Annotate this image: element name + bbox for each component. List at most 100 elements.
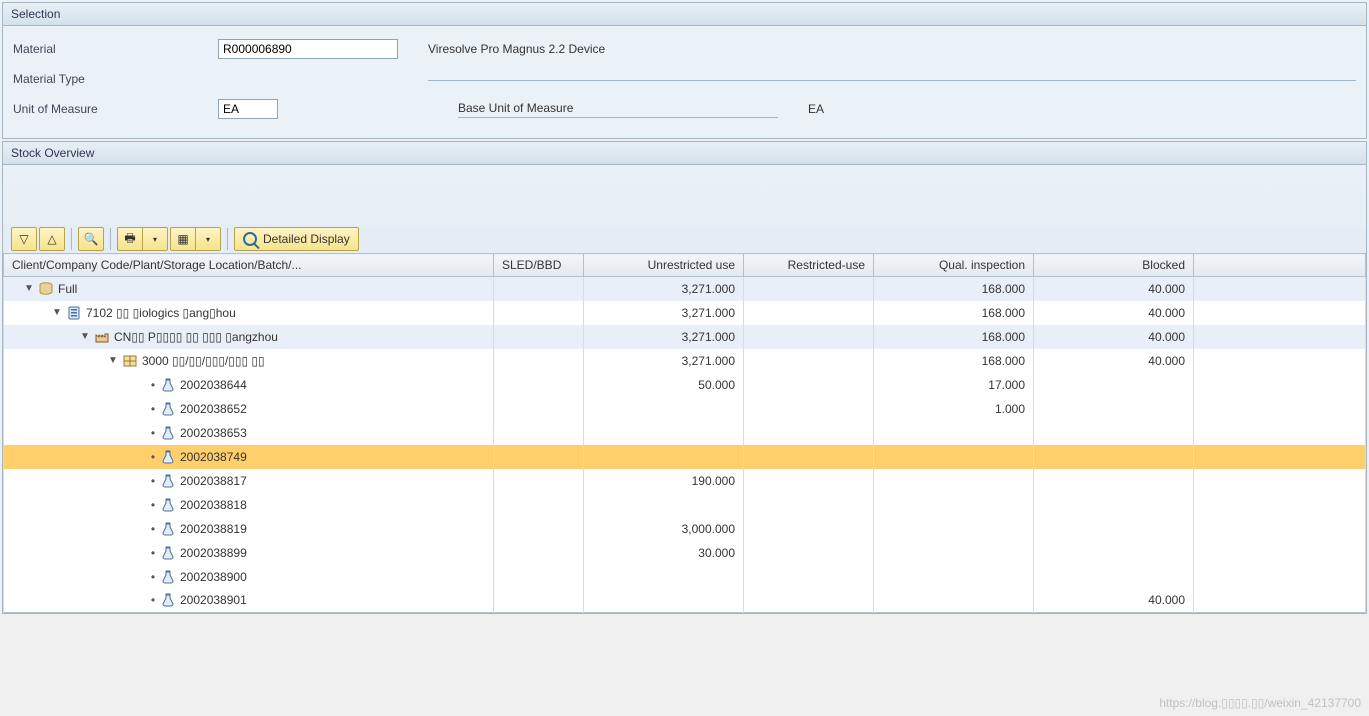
tree-toggle[interactable]: ▼ <box>80 331 90 342</box>
cell <box>874 421 1034 445</box>
table-row[interactable]: •2002038900 <box>4 565 1366 589</box>
chevron-down-icon: ▾ <box>200 231 216 247</box>
cell <box>744 421 874 445</box>
tree-toggle[interactable]: ▼ <box>24 283 34 294</box>
col-restricted[interactable]: Restricted-use <box>744 254 874 277</box>
toolbar-separator <box>71 228 72 250</box>
cell <box>1194 445 1366 469</box>
cell <box>1194 277 1366 301</box>
selection-title: Selection <box>3 3 1366 26</box>
tree-label: 2002038817 <box>180 474 247 488</box>
collapse-all-button[interactable]: △ <box>39 227 65 251</box>
table-row[interactable]: •20020388193,000.000 <box>4 517 1366 541</box>
tree-label: Full <box>58 282 77 296</box>
cell <box>1194 373 1366 397</box>
cell <box>744 469 874 493</box>
cell: 17.000 <box>874 373 1034 397</box>
cell <box>1034 517 1194 541</box>
table-row[interactable]: •200203864450.00017.000 <box>4 373 1366 397</box>
cell: 190.000 <box>584 469 744 493</box>
table-row[interactable]: •2002038817190.000 <box>4 469 1366 493</box>
cell: 168.000 <box>874 301 1034 325</box>
table-row[interactable]: ▼CN▯▯ P▯▯▯▯ ▯▯ ▯▯▯ ▯angzhou3,271.000168.… <box>4 325 1366 349</box>
cell <box>494 421 584 445</box>
tree-toggle[interactable]: ▼ <box>52 307 62 318</box>
cell <box>744 445 874 469</box>
bullet-icon: • <box>150 498 156 512</box>
col-filler <box>1194 254 1366 277</box>
cell: 30.000 <box>584 541 744 565</box>
layout-dropdown-button[interactable]: ▾ <box>196 227 221 251</box>
cell <box>874 589 1034 613</box>
tree-toggle[interactable]: ▼ <box>108 355 118 366</box>
col-blocked[interactable]: Blocked <box>1034 254 1194 277</box>
cell <box>1194 565 1366 589</box>
cell: 168.000 <box>874 325 1034 349</box>
binoculars-icon: 🔍 <box>83 231 99 247</box>
cell <box>584 589 744 613</box>
cell <box>1194 517 1366 541</box>
cell: 40.000 <box>1034 589 1194 613</box>
bullet-icon: • <box>150 426 156 440</box>
cell: 40.000 <box>1034 277 1194 301</box>
cell <box>744 277 874 301</box>
col-unrestricted[interactable]: Unrestricted use <box>584 254 744 277</box>
cell <box>494 517 584 541</box>
tree-label: 2002038749 <box>180 450 247 464</box>
cell: 3,000.000 <box>584 517 744 541</box>
cell: 168.000 <box>874 277 1034 301</box>
batch-icon <box>160 592 176 608</box>
bullet-icon: • <box>150 402 156 416</box>
batch-icon <box>160 497 176 513</box>
cell <box>874 445 1034 469</box>
cell <box>874 565 1034 589</box>
cell <box>1194 589 1366 613</box>
col-sled[interactable]: SLED/BBD <box>494 254 584 277</box>
table-row[interactable]: ▼3000 ▯▯/▯▯/▯▯▯/▯▯▯ ▯▯3,271.000168.00040… <box>4 349 1366 373</box>
cell <box>744 397 874 421</box>
col-qual[interactable]: Qual. inspection <box>874 254 1034 277</box>
base-uom-value: EA <box>808 102 824 116</box>
layout-split-button: ▦ ▾ <box>170 227 221 251</box>
plant-icon <box>94 329 110 345</box>
uom-input[interactable] <box>218 99 278 119</box>
stock-body: ▽ △ 🔍 🖶 ▾ ▦ <box>3 225 1366 613</box>
cell <box>1034 541 1194 565</box>
cell <box>744 517 874 541</box>
cell <box>494 277 584 301</box>
cell: 3,271.000 <box>584 277 744 301</box>
detailed-display-button[interactable]: Detailed Display <box>234 227 359 251</box>
cell <box>874 493 1034 517</box>
layout-button[interactable]: ▦ <box>170 227 196 251</box>
cell <box>744 541 874 565</box>
cell <box>1194 421 1366 445</box>
print-split-button: 🖶 ▾ <box>117 227 168 251</box>
table-row[interactable]: •2002038818 <box>4 493 1366 517</box>
tree-label: 2002038900 <box>180 570 247 584</box>
table-row[interactable]: •200203889930.000 <box>4 541 1366 565</box>
full-icon <box>38 281 54 297</box>
col-hierarchy[interactable]: Client/Company Code/Plant/Storage Locati… <box>4 254 494 277</box>
batch-icon <box>160 377 176 393</box>
table-row[interactable]: ▼7102 ▯▯ ▯iologics ▯ang▯hou3,271.000168.… <box>4 301 1366 325</box>
tree-label: 2002038644 <box>180 378 247 392</box>
table-row[interactable]: ▼ Full 3,271.000 168.00040.000 <box>4 277 1366 301</box>
material-input[interactable] <box>218 39 398 59</box>
cell: 40.000 <box>1034 301 1194 325</box>
expand-all-button[interactable]: ▽ <box>11 227 37 251</box>
cell <box>494 493 584 517</box>
batch-icon <box>160 545 176 561</box>
bullet-icon: • <box>150 593 156 607</box>
stock-panel: Stock Overview ▽ △ 🔍 🖶 ▾ <box>2 141 1367 614</box>
cell <box>584 493 744 517</box>
table-row[interactable]: •2002038749 <box>4 445 1366 469</box>
base-uom-label: Base Unit of Measure <box>458 101 778 118</box>
table-row[interactable]: •2002038653 <box>4 421 1366 445</box>
table-row[interactable]: •200203890140.000 <box>4 589 1366 613</box>
tree-label: 2002038819 <box>180 522 247 536</box>
print-button[interactable]: 🖶 <box>117 227 143 251</box>
print-dropdown-button[interactable]: ▾ <box>143 227 168 251</box>
find-button[interactable]: 🔍 <box>78 227 104 251</box>
material-desc: Viresolve Pro Magnus 2.2 Device <box>428 42 1356 56</box>
table-row[interactable]: •20020386521.000 <box>4 397 1366 421</box>
